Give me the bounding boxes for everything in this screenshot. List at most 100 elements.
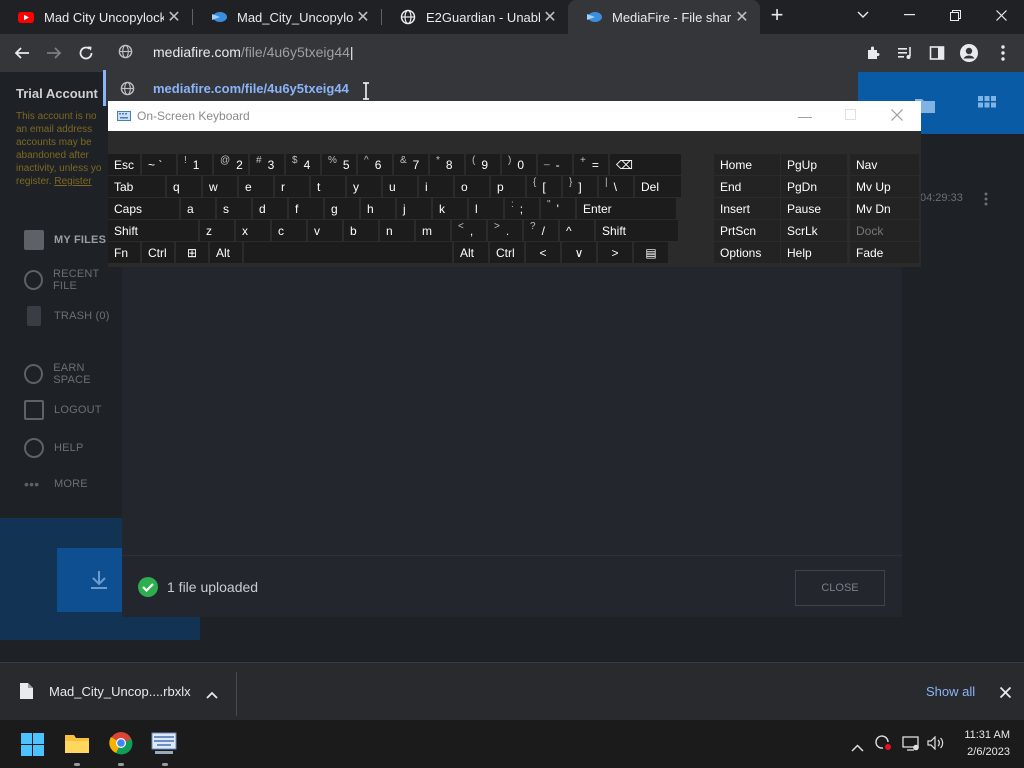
osk-key-s[interactable]: s: [217, 198, 251, 219]
osk-key-y[interactable]: y: [347, 176, 381, 197]
register-link[interactable]: Register: [54, 176, 91, 187]
osk-key-fn[interactable]: Fn: [108, 242, 140, 263]
osk-key-z[interactable]: z: [200, 220, 234, 241]
back-icon[interactable]: [7, 38, 37, 68]
osk-key-n[interactable]: n: [380, 220, 414, 241]
osk-key-i[interactable]: i: [419, 176, 453, 197]
network-icon[interactable]: [902, 735, 919, 756]
osk-key-symbol[interactable]: :;: [505, 198, 539, 219]
osk-key-g[interactable]: g: [325, 198, 359, 219]
osk-key-end[interactable]: End: [714, 176, 780, 197]
osk-key-7[interactable]: & 7: [394, 154, 428, 175]
chevron-up-icon[interactable]: [851, 739, 864, 757]
volume-icon[interactable]: [927, 735, 945, 755]
osk-key-symbol[interactable]: ⌫: [610, 154, 681, 175]
profile-avatar-icon[interactable]: [954, 38, 984, 68]
osk-key-ctrl[interactable]: Ctrl: [142, 242, 174, 263]
osk-key-f[interactable]: f: [289, 198, 323, 219]
omnibox-url[interactable]: mediafire.com/file/4u6y5txeig44|: [153, 44, 354, 60]
osk-key-alt[interactable]: Alt: [210, 242, 242, 263]
osk-key-1[interactable]: ! 1: [178, 154, 212, 175]
new-tab-button[interactable]: +: [762, 0, 792, 30]
osk-key-r[interactable]: r: [275, 176, 309, 197]
minimize-icon[interactable]: [886, 0, 932, 30]
osk-key-pgup[interactable]: PgUp: [781, 154, 847, 175]
media-controls-icon[interactable]: [890, 38, 920, 68]
tab-search-icon[interactable]: [840, 0, 886, 30]
osk-key-tab[interactable]: Tab: [108, 176, 165, 197]
osk-key-symbol[interactable]: ^: [560, 220, 594, 241]
osk-key-w[interactable]: w: [203, 176, 237, 197]
osk-key-del[interactable]: Del: [635, 176, 681, 197]
close-tab-icon[interactable]: ✕: [732, 7, 752, 27]
tab-e2guardian[interactable]: E2Guardian - Unable to ✕: [382, 0, 568, 34]
grid-view-icon[interactable]: [978, 96, 996, 119]
osk-key-m[interactable]: m: [416, 220, 450, 241]
windows-start-icon[interactable]: [21, 733, 44, 761]
osk-key-fade[interactable]: Fade: [850, 242, 919, 263]
osk-key-home[interactable]: Home: [714, 154, 780, 175]
osk-key-5[interactable]: % 5: [322, 154, 356, 175]
osk-key-b[interactable]: b: [344, 220, 378, 241]
tab-mediafire-file[interactable]: Mad_City_Uncopylocked ✕: [193, 0, 381, 34]
osk-key-j[interactable]: j: [397, 198, 431, 219]
osk-key-mvdn[interactable]: Mv Dn: [850, 198, 919, 219]
tab-youtube[interactable]: Mad City Uncopylocked ✕: [0, 0, 192, 34]
file-more-icon[interactable]: [984, 192, 988, 211]
osk-key-p[interactable]: p: [491, 176, 525, 197]
osk-key-9[interactable]: (9: [466, 154, 500, 175]
osk-key-esc[interactable]: Esc: [108, 154, 140, 175]
osk-key-insert[interactable]: Insert: [714, 198, 780, 219]
osk-key-symbol[interactable]: >.: [488, 220, 522, 241]
close-tab-icon[interactable]: ✕: [164, 7, 184, 27]
osk-key-3[interactable]: #3: [250, 154, 284, 175]
osk-key-symbol[interactable]: _ -: [538, 154, 572, 175]
osk-key-pause[interactable]: Pause: [781, 198, 847, 219]
osk-key-symbol[interactable]: ? /: [524, 220, 558, 241]
osk-key-symbol[interactable]: <,: [452, 220, 486, 241]
clock-time[interactable]: 11:31 AM: [962, 729, 1010, 741]
osk-key-options[interactable]: Options: [714, 242, 780, 263]
osk-key-symbol[interactable]: ⊞: [176, 242, 208, 263]
osk-key-0[interactable]: ) 0: [502, 154, 536, 175]
tab-mediafire-active[interactable]: MediaFire - File sharing ✕: [568, 0, 760, 34]
osk-key-symbol[interactable]: ▤: [634, 242, 668, 263]
sidebar-item-more[interactable]: ••• MORE: [24, 476, 88, 492]
osk-key-scrlk[interactable]: ScrLk: [781, 220, 847, 241]
osk-key-x[interactable]: x: [236, 220, 270, 241]
download-filename[interactable]: Mad_City_Uncop....rbxlx: [49, 684, 191, 699]
osk-key-ctrl[interactable]: Ctrl: [490, 242, 524, 263]
osk-key-d[interactable]: d: [253, 198, 287, 219]
osk-key-2[interactable]: @2: [214, 154, 248, 175]
osk-close-icon[interactable]: [891, 109, 903, 124]
osk-key-mvup[interactable]: Mv Up: [850, 176, 919, 197]
osk-key-k[interactable]: k: [433, 198, 467, 219]
osk-key-l[interactable]: l: [469, 198, 503, 219]
osk-key-shift[interactable]: Shift: [596, 220, 678, 241]
osk-key-alt[interactable]: Alt: [454, 242, 488, 263]
osk-key-8[interactable]: * 8: [430, 154, 464, 175]
osk-key-6[interactable]: ^ 6: [358, 154, 392, 175]
sync-alert-icon[interactable]: [874, 735, 892, 756]
extensions-icon[interactable]: [858, 38, 888, 68]
sidebar-item-earn-space[interactable]: EARN SPACE: [24, 362, 122, 386]
omnibox[interactable]: mediafire.com/file/4u6y5txeig44|: [103, 34, 858, 70]
osk-key-u[interactable]: u: [383, 176, 417, 197]
close-button[interactable]: CLOSE: [795, 570, 885, 606]
osk-key-e[interactable]: e: [239, 176, 273, 197]
osk-key-o[interactable]: o: [455, 176, 489, 197]
restore-icon[interactable]: [932, 0, 978, 30]
osk-key-symbol[interactable]: + =: [574, 154, 608, 175]
osk-key-nav[interactable]: Nav: [850, 154, 919, 175]
sidebar-item-logout[interactable]: LOGOUT: [24, 400, 102, 420]
clock-date[interactable]: 2/6/2023: [958, 746, 1010, 758]
osk-key-q[interactable]: q: [167, 176, 201, 197]
reload-icon[interactable]: [71, 38, 101, 68]
osk-key-4[interactable]: $4: [286, 154, 320, 175]
osk-key-symbol[interactable]: {[: [527, 176, 561, 197]
suggestion-url[interactable]: mediafire.com/file/4u6y5txeig44: [153, 81, 349, 96]
osk-key-v[interactable]: v: [308, 220, 342, 241]
osk-key-pgdn[interactable]: PgDn: [781, 176, 847, 197]
osk-key-caps[interactable]: Caps: [108, 198, 179, 219]
osk-key-symbol[interactable]: " ': [541, 198, 575, 219]
